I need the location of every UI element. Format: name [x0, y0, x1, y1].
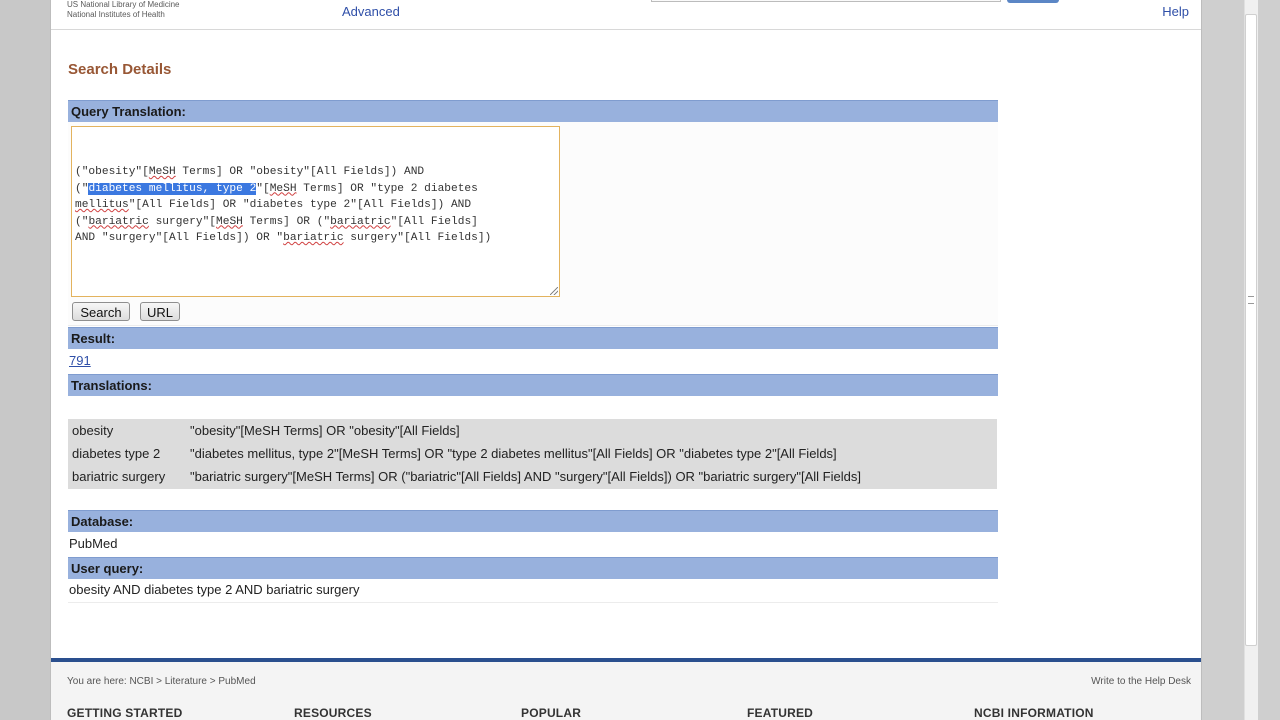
- query-line: AND "surgery"[All Fields]) OR "bariatric…: [75, 230, 557, 247]
- translation-detail: "obesity"[MeSH Terms] OR "obesity"[All F…: [190, 423, 460, 438]
- page-title: Search Details: [68, 61, 172, 78]
- nlm-line-2: National Institutes of Health: [67, 10, 165, 19]
- translations-table: obesity "obesity"[MeSH Terms] OR "obesit…: [68, 419, 997, 489]
- query-text-segment: Terms] OR (": [242, 215, 331, 228]
- spellcheck-word: MeSH: [216, 215, 243, 228]
- translation-term: obesity: [72, 423, 114, 438]
- result-header: Result:: [68, 327, 998, 349]
- query-text-segment: "[All Fields]: [390, 215, 478, 228]
- table-row: bariatric surgery "bariatric surgery"[Me…: [68, 465, 997, 488]
- query-text-segment: "[: [256, 182, 270, 195]
- breadcrumb: You are here: NCBI > Literature > PubMed: [67, 676, 256, 687]
- translation-term: bariatric surgery: [72, 469, 166, 484]
- footer-col-popular[interactable]: POPULAR: [521, 706, 581, 720]
- query-translation-header: Query Translation:: [68, 100, 998, 122]
- advanced-search-link[interactable]: Advanced: [342, 4, 400, 19]
- footer: You are here: NCBI > Literature > PubMed…: [51, 662, 1201, 720]
- translation-term: diabetes type 2: [72, 446, 161, 461]
- query-text-segment: Terms] OR "obesity"[All Fields]) AND: [175, 166, 425, 178]
- user-query-header: User query:: [68, 557, 998, 579]
- query-text-segment: "[All Fields] OR "diabetes type 2"[All F…: [128, 199, 472, 211]
- help-link[interactable]: Help: [1162, 4, 1189, 19]
- write-help-desk-link[interactable]: Write to the Help Desk: [1091, 676, 1191, 687]
- user-query-panel: [68, 579, 998, 603]
- spellcheck-word: MeSH: [148, 166, 176, 178]
- search-input[interactable]: [651, 0, 1001, 2]
- search-submit-button[interactable]: [1007, 0, 1059, 3]
- query-text-segment: Terms] OR "type 2 diabetes: [296, 182, 478, 195]
- page: US National Library of Medicine National…: [50, 0, 1202, 720]
- query-text-segment: surgery"[All Fields]): [343, 232, 492, 244]
- query-line: mellitus"[All Fields] OR "diabetes type …: [75, 197, 557, 214]
- query-text: ("obesity"[MeSH Terms] OR "obesity"[All …: [75, 164, 557, 247]
- query-line: ("obesity"[MeSH Terms] OR "obesity"[All …: [75, 164, 557, 181]
- query-text-segment: (": [75, 182, 89, 195]
- resize-grip-icon[interactable]: [550, 287, 558, 295]
- footer-col-featured[interactable]: FEATURED: [747, 706, 813, 720]
- translations-header: Translations:: [68, 374, 998, 396]
- result-count-link[interactable]: 791: [69, 353, 91, 368]
- query-translation-textarea[interactable]: ("obesity"[MeSH Terms] OR "obesity"[All …: [71, 126, 560, 297]
- spellcheck-word: bariatric: [283, 232, 344, 244]
- query-text-segment: surgery"[: [148, 215, 217, 228]
- scrollbar-grip-icon: [1248, 296, 1254, 304]
- spellcheck-word: bariatric: [330, 215, 391, 228]
- footer-col-resources[interactable]: RESOURCES: [294, 706, 372, 720]
- window-gutter: [1202, 0, 1280, 720]
- query-line: ("bariatric surgery"[MeSH Terms] OR ("ba…: [75, 214, 557, 231]
- table-row: diabetes type 2 "diabetes mellitus, type…: [68, 442, 997, 465]
- footer-col-ncbi-information[interactable]: NCBI INFORMATION: [974, 706, 1094, 720]
- url-button[interactable]: URL: [140, 302, 180, 321]
- query-text-segment: (": [75, 215, 89, 228]
- database-header: Database:: [68, 510, 998, 532]
- query-text-segment: AND "surgery"[All Fields]) OR ": [75, 232, 284, 244]
- scrollbar-thumb[interactable]: [1245, 14, 1257, 646]
- database-value: PubMed: [69, 536, 118, 551]
- translation-detail: "diabetes mellitus, type 2"[MeSH Terms] …: [190, 446, 837, 461]
- selected-text: diabetes mellitus, type 2: [88, 182, 257, 195]
- spellcheck-word: bariatric: [88, 215, 149, 228]
- spellcheck-word: mellitus: [75, 199, 129, 211]
- table-row: obesity "obesity"[MeSH Terms] OR "obesit…: [68, 419, 997, 442]
- search-button[interactable]: Search: [72, 302, 130, 321]
- query-line: ("diabetes mellitus, type 2"[MeSH Terms]…: [75, 181, 557, 198]
- header: US National Library of Medicine National…: [51, 0, 1201, 30]
- footer-col-getting-started[interactable]: GETTING STARTED: [67, 706, 182, 720]
- spellcheck-word: MeSH: [269, 182, 297, 195]
- translation-detail: "bariatric surgery"[MeSH Terms] OR ("bar…: [190, 469, 861, 484]
- nlm-line-1: US National Library of Medicine: [67, 0, 180, 9]
- query-text-segment: ("obesity"[: [75, 166, 149, 178]
